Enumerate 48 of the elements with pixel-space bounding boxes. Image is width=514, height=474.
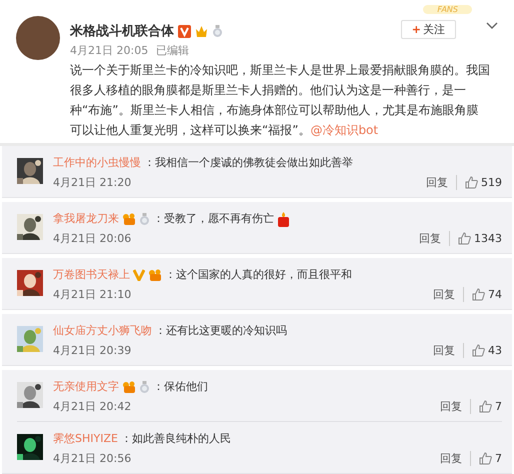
- comment-time: 4月21日 20:56: [53, 451, 132, 466]
- reply-button[interactable]: 回复: [433, 287, 464, 302]
- like-button[interactable]: 7: [471, 452, 502, 465]
- like-button[interactable]: 7: [471, 400, 502, 413]
- reply-button[interactable]: 回复: [426, 175, 457, 190]
- chevron-down-icon[interactable]: [486, 22, 498, 29]
- post-time: 4月21日 20:05: [70, 43, 148, 58]
- comment-time: 4月21日 20:39: [53, 343, 132, 358]
- reply-button[interactable]: 回复: [440, 399, 471, 414]
- avatar[interactable]: [16, 16, 60, 60]
- post-text: 说一个关于斯里兰卡的冷知识吧，斯里兰卡人是世界上最爱捐献眼角膜的。我国很多人移植的眼角膜都是斯里兰卡人捐赠的。他们认为这是一种善行，是一种“布施”。斯里兰卡人相信，布施身体部位可以帮助他人，尤其是布施眼角膜可以让他人重复光明，这样可以换来“福报”。@冷知识bot: [70, 62, 490, 139]
- vip-badge-icon: [148, 269, 162, 281]
- edited-label: 已编辑: [156, 43, 190, 58]
- comment-text: ：我相信一个虔诚的佛教徒会做出如此善举: [144, 155, 353, 171]
- thumbs-up-icon: [465, 176, 478, 189]
- like-button[interactable]: 43: [464, 344, 502, 357]
- comment-text: ：保佑他们: [153, 379, 208, 395]
- comment-text: ：还有比这更暖的冷知识吗: [155, 323, 287, 339]
- thumbs-up-icon: [479, 400, 492, 413]
- vip-badge-icon: [122, 381, 136, 393]
- comment-text: ：如此善良纯朴的人民: [120, 431, 231, 447]
- author-name[interactable]: 米格战斗机联合体: [70, 22, 174, 40]
- follow-button[interactable]: + 关注: [400, 20, 456, 39]
- comment-time: 4月21日 21:20: [53, 175, 132, 190]
- comment-time: 4月21日 20:06: [53, 231, 132, 246]
- reply-button[interactable]: 回复: [433, 343, 464, 358]
- verified-badge-icon: [178, 24, 191, 38]
- thumbs-up-icon: [479, 452, 492, 465]
- comment-time: 4月21日 21:10: [53, 287, 132, 302]
- medal-icon: [212, 25, 223, 37]
- like-button[interactable]: 519: [457, 176, 502, 189]
- thumbs-up-icon: [472, 344, 485, 357]
- thumbs-up-icon: [472, 288, 485, 301]
- vip-badge-icon: [122, 213, 136, 225]
- like-button[interactable]: 1343: [450, 232, 502, 245]
- thumbs-up-icon: [458, 232, 471, 245]
- comment-text: ：受教了，愿不再有伤亡: [153, 211, 274, 227]
- candle-emoji-icon: [277, 212, 290, 226]
- verified-badge-icon: [133, 269, 145, 281]
- medal-icon: [139, 213, 150, 225]
- fans-tag: FANS: [423, 5, 472, 14]
- comment-time: 4月21日 20:42: [53, 399, 132, 414]
- medal-icon: [139, 381, 150, 393]
- comment-text: ：这个国家的人真的很好，而且很平和: [165, 267, 352, 283]
- reply-button[interactable]: 回复: [419, 231, 450, 246]
- like-button[interactable]: 74: [464, 288, 502, 301]
- crown-badge-icon: [195, 24, 208, 38]
- reply-button[interactable]: 回复: [440, 451, 471, 466]
